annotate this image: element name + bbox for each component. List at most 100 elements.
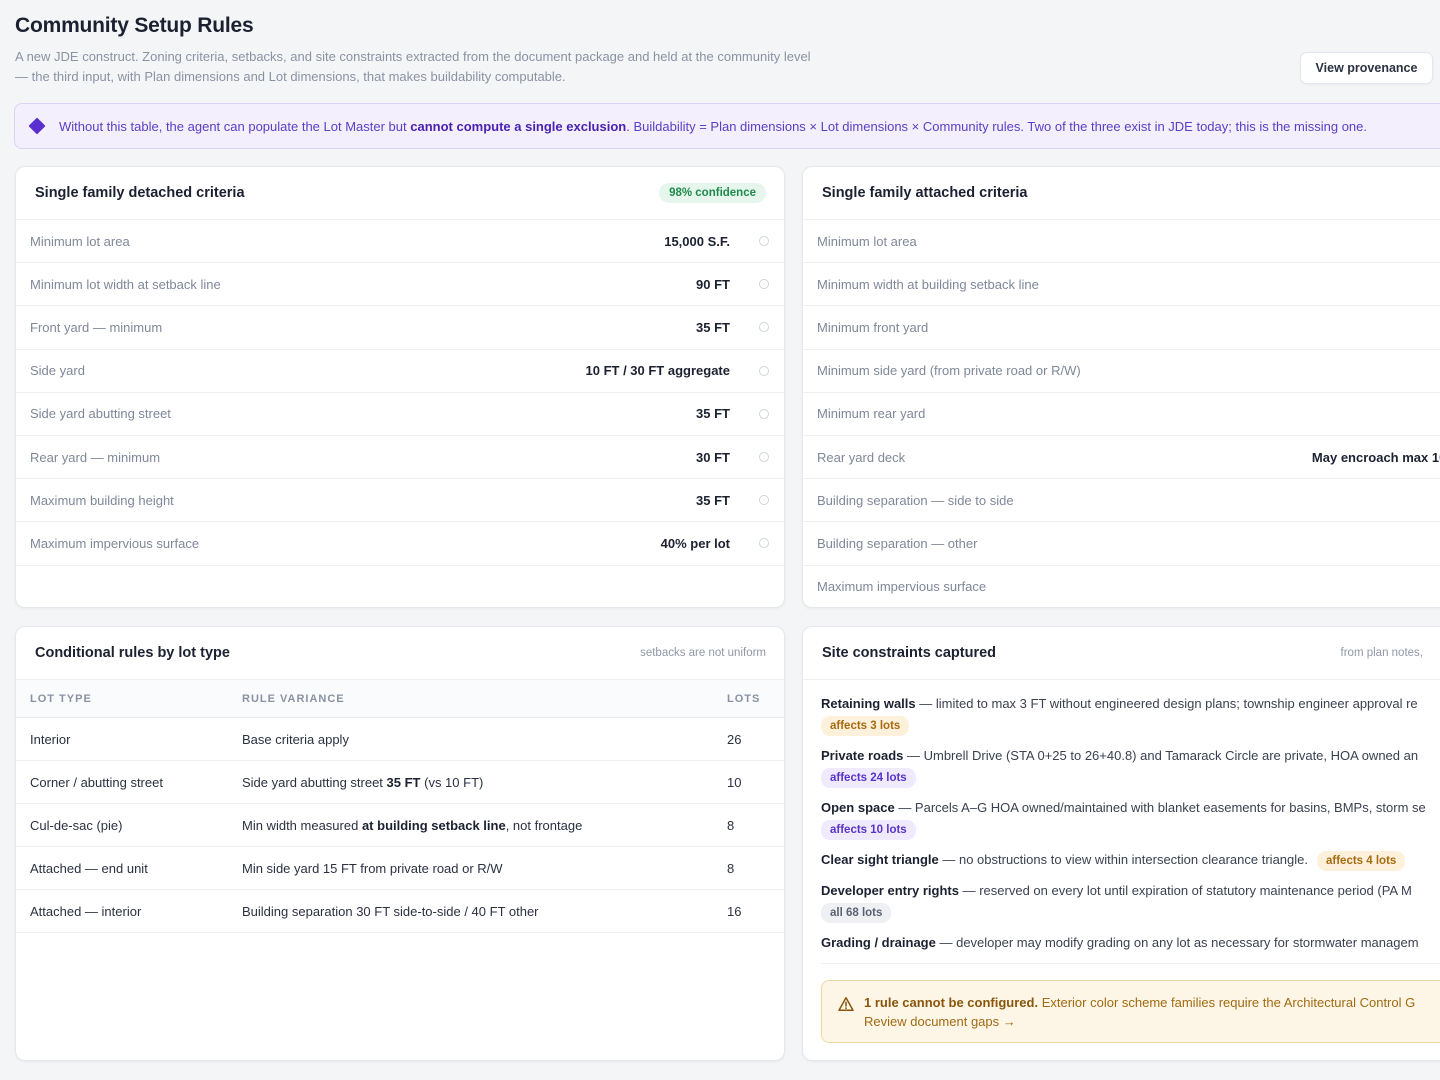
affected-lots-badge[interactable]: affects 4 lots — [1317, 851, 1406, 871]
lot-type-cell: Corner / abutting street — [30, 774, 163, 790]
criteria-label: Maximum impervious surface — [30, 535, 200, 551]
criteria-value: 35 FT — [696, 492, 730, 508]
affected-lots-badge[interactable]: all 68 lots — [821, 903, 892, 923]
criteria-row: Minimum lot area 15,000 S.F. — [16, 220, 784, 264]
criteria-row: Maximum impervious surface 40% per lot — [16, 522, 784, 566]
warning-text: 1 rule cannot be configured. Exterior co… — [864, 995, 1416, 1029]
criteria-row: Minimum rear yard — [803, 393, 1440, 436]
detached-criteria-list: Minimum lot area 15,000 S.F. Minimum lot w… — [16, 220, 784, 566]
lots-cell: 10 — [727, 774, 742, 790]
source-dot-icon[interactable] — [759, 408, 769, 419]
source-dot-icon[interactable] — [759, 365, 769, 376]
constraint-text: Developer entry rights — reserved on eve… — [821, 883, 1412, 898]
lots-cell: 8 — [727, 860, 735, 876]
criteria-row: Front yard — minimum 35 FT — [16, 306, 784, 350]
criteria-row: Rear yard deck May encroach max 10 FT in — [803, 436, 1440, 480]
lot-type-cell: Attached — end unit — [30, 860, 148, 876]
conditional-card-header: Conditional rules by lot type setbacks a… — [16, 627, 784, 680]
attached-card-header: Single family attached criteria — [803, 167, 1440, 220]
criteria-row: Side yard abutting street 35 FT — [16, 393, 784, 436]
criteria-value: 30 FT — [696, 449, 730, 465]
lot-type-cell: Interior — [30, 731, 71, 747]
constraint-text: Grading / drainage — developer may modif… — [821, 935, 1419, 950]
source-dot-icon[interactable] — [759, 279, 769, 290]
conditional-note: setbacks are not uniform — [640, 647, 766, 659]
criteria-row: Minimum lot area — [803, 220, 1440, 264]
criteria-label: Side yard abutting street — [30, 406, 171, 422]
criteria-row: Minimum lot width at setback line 90 FT — [16, 263, 784, 307]
page-description: A new JDE construct. Zoning criteria, se… — [15, 49, 811, 84]
detached-criteria-card: Single family detached criteria 98% conf… — [15, 166, 785, 608]
site-constraints-list: Retaining walls — limited to max 3 FT wi… — [803, 680, 1440, 953]
criteria-value: 40% per lot — [660, 535, 730, 551]
criteria-value: 15,000 S.F. — [664, 233, 730, 249]
divider — [821, 963, 1440, 964]
criteria-row: Building separation — side to side — [803, 479, 1440, 523]
constraint-item: Grading / drainage — developer may modif… — [821, 933, 1440, 953]
conditional-rules-card: Conditional rules by lot type setbacks a… — [15, 626, 785, 1061]
criteria-label: Minimum front yard — [817, 319, 929, 335]
criteria-row: Maximum building height 35 FT — [16, 479, 784, 523]
view-provenance-button[interactable]: View provenance — [1300, 52, 1433, 84]
rule-variance-cell: Min side yard 15 FT from private road or… — [242, 860, 503, 876]
attached-criteria-card: Single family attached criteria Minimum … — [802, 166, 1440, 608]
criteria-row: Minimum width at building setback line — [803, 263, 1440, 307]
criteria-label: Minimum lot area — [30, 233, 130, 249]
review-gaps-link[interactable]: Review document gaps → — [864, 1014, 1016, 1029]
source-dot-icon[interactable] — [759, 452, 769, 463]
source-dot-icon[interactable] — [759, 236, 769, 247]
criteria-label: Minimum lot width at setback line — [30, 276, 221, 292]
criteria-value: 35 FT — [696, 319, 730, 335]
source-dot-icon[interactable] — [759, 538, 769, 549]
table-row: Attached — interior Building separation 3… — [16, 890, 784, 933]
source-dot-icon[interactable] — [759, 322, 769, 333]
detached-card-title: Single family detached criteria — [35, 185, 245, 201]
criteria-label: Minimum lot area — [817, 233, 917, 249]
rule-variance-cell: Min width measured at building setback l… — [242, 817, 583, 833]
criteria-label: Building separation — side to side — [817, 492, 1014, 508]
rule-variance-cell: Building separation 30 FT side-to-side /… — [242, 903, 539, 919]
conditional-table-body: Interior Base criteria apply 26 Corner / ab… — [16, 718, 784, 933]
rule-variance-cell: Side yard abutting street 35 FT (vs 10 F… — [242, 774, 484, 790]
lot-type-cell: Cul-de-sac (pie) — [30, 817, 123, 833]
affected-lots-badge[interactable]: affects 24 lots — [821, 768, 916, 788]
conditional-table-header: LOT TYPE RULE VARIANCE LOTS — [16, 680, 784, 718]
table-row: Attached — end unit Min side yard 15 FT f… — [16, 847, 784, 890]
affected-lots-badge[interactable]: affects 10 lots — [821, 820, 916, 840]
criteria-row: Side yard 10 FT / 30 FT aggregate — [16, 350, 784, 393]
constraint-text: Private roads — Umbrell Drive (STA 0+25 … — [821, 748, 1419, 763]
lots-cell: 16 — [727, 903, 742, 919]
criteria-label: Minimum width at building setback line — [817, 276, 1039, 292]
lot-type-cell: Attached — interior — [30, 903, 142, 919]
lots-cell: 26 — [727, 731, 742, 747]
source-dot-icon[interactable] — [759, 495, 769, 506]
criteria-label: Maximum building height — [30, 492, 174, 508]
column-header-rule-variance: RULE VARIANCE — [242, 692, 345, 705]
criteria-row: Building separation — other — [803, 522, 1440, 566]
constraint-item: Retaining walls — limited to max 3 FT wi… — [821, 694, 1440, 736]
criteria-row: Minimum side yard (from private road or … — [803, 350, 1440, 393]
site-constraints-card: Site constraints captured from plan note… — [802, 626, 1440, 1061]
info-banner: Without this table, the agent can popula… — [14, 103, 1440, 149]
lots-cell: 8 — [727, 817, 735, 833]
criteria-value: May encroach max 10 FT in — [1311, 449, 1440, 465]
affected-lots-badge[interactable]: affects 3 lots — [821, 716, 910, 736]
criteria-label: Minimum rear yard — [817, 406, 926, 422]
page-header: Community Setup Rules A new JDE construc… — [15, 14, 815, 86]
constraint-item: Private roads — Umbrell Drive (STA 0+25 … — [821, 746, 1440, 788]
page-title: Community Setup Rules — [15, 14, 254, 37]
criteria-label: Maximum impervious surface — [817, 579, 987, 595]
table-row: Interior Base criteria apply 26 — [16, 718, 784, 761]
constraint-text: Clear sight triangle — no obstructions t… — [821, 850, 1440, 871]
constraint-text: Open space — Parcels A–G HOA owned/maint… — [821, 800, 1426, 815]
badge-line: affects 10 lots — [821, 819, 1440, 840]
criteria-row: Minimum front yard — [803, 306, 1440, 350]
criteria-row: Maximum impervious surface — [803, 566, 1440, 608]
site-note: from plan notes, — [1340, 647, 1423, 659]
criteria-value: 35 FT — [696, 406, 730, 422]
constraint-item: Open space — Parcels A–G HOA owned/maint… — [821, 798, 1440, 840]
criteria-label: Rear yard — minimum — [30, 449, 161, 465]
criteria-label: Rear yard deck — [817, 449, 906, 465]
badge-line: all 68 lots — [821, 902, 1440, 923]
criteria-label: Minimum side yard (from private road or … — [817, 363, 1081, 379]
